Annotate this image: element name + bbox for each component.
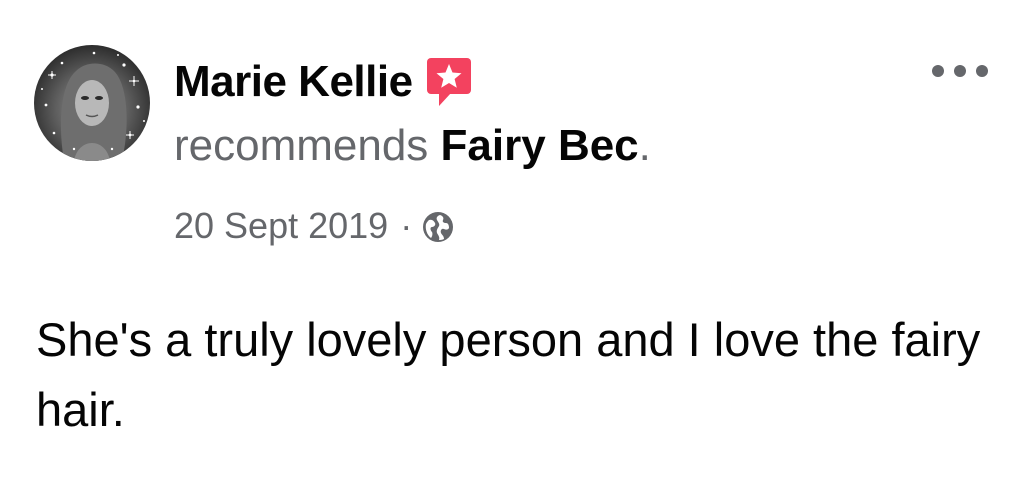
author-name[interactable]: Marie Kellie bbox=[174, 60, 413, 104]
recommendation-verb: recommends bbox=[174, 121, 429, 170]
post-text: She's a truly lovely person and I love t… bbox=[36, 313, 981, 436]
recommendation-line: recommends Fairy Bec. bbox=[174, 124, 651, 168]
author-avatar[interactable] bbox=[34, 45, 150, 161]
page-name-suffix: . bbox=[638, 121, 651, 170]
review-post: Marie Kellie recommends Fairy Bec. 20 Se… bbox=[0, 0, 1024, 487]
more-dot bbox=[976, 65, 988, 77]
more-options-icon[interactable] bbox=[932, 60, 988, 82]
author-row: Marie Kellie bbox=[174, 52, 473, 112]
meta-separator: · bbox=[400, 205, 413, 246]
more-dot bbox=[932, 65, 944, 77]
globe-icon bbox=[422, 210, 454, 242]
recommendation-star-icon bbox=[425, 56, 473, 108]
post-meta: 20 Sept 2019 · bbox=[174, 204, 454, 248]
avatar-image bbox=[41, 51, 145, 161]
recommended-page-link[interactable]: Fairy Bec bbox=[441, 121, 639, 170]
post-date[interactable]: 20 Sept 2019 bbox=[174, 205, 388, 247]
more-dot bbox=[954, 65, 966, 77]
